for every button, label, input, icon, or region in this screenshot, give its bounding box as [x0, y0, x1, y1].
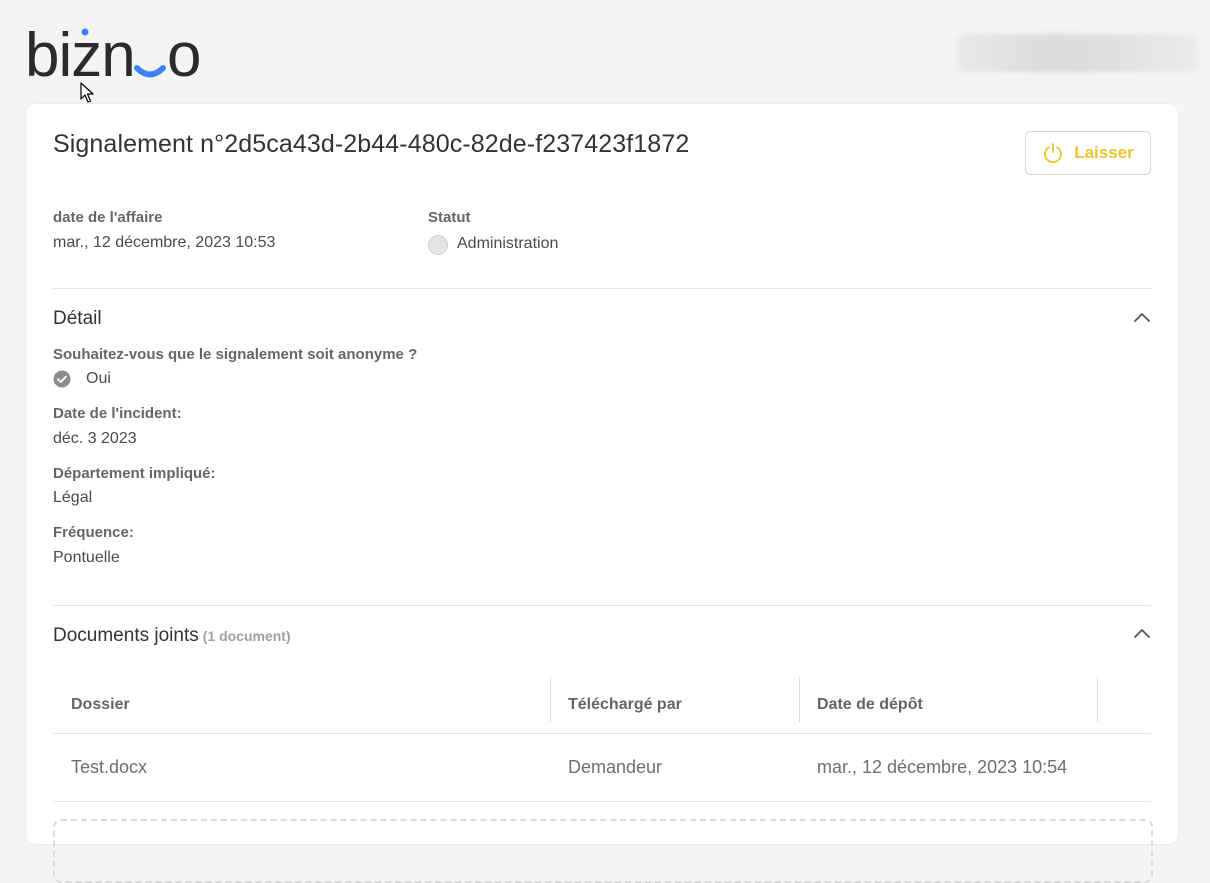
- frequency-label: Fréquence:: [53, 524, 134, 541]
- detail-section-title: Détail: [53, 308, 102, 329]
- page-title: Signalement n°2d5ca43d-2b44-480c-82de-f2…: [53, 130, 690, 158]
- documents-count-badge: (1 document): [202, 628, 291, 644]
- report-card: Signalement n°2d5ca43d-2b44-480c-82de-f2…: [26, 104, 1178, 883]
- status-indicator-icon: [428, 235, 448, 255]
- column-separator[interactable]: [1097, 677, 1098, 722]
- divider: [53, 288, 1151, 289]
- bizneo-logo[interactable]: bizn o: [25, 18, 215, 82]
- check-circle-icon: [53, 370, 71, 388]
- divider: [53, 605, 1151, 606]
- chevron-up-icon[interactable]: [1132, 626, 1152, 640]
- table-row[interactable]: Test.docx Demandeur mar., 12 décembre, 2…: [53, 734, 1151, 802]
- svg-text:o: o: [167, 21, 201, 82]
- mouse-cursor-icon: [80, 82, 94, 103]
- frequency-value: Pontuelle: [53, 549, 120, 566]
- documents-table-header: Dossier Téléchargé par Date de dépôt: [53, 677, 1151, 734]
- column-header-file[interactable]: Dossier: [71, 677, 130, 733]
- leave-button[interactable]: Laisser: [1025, 131, 1151, 175]
- column-header-upload-date[interactable]: Date de dépôt: [817, 677, 923, 733]
- column-separator[interactable]: [799, 677, 800, 722]
- case-date-label: date de l'affaire: [53, 209, 163, 226]
- top-bar: bizn o: [0, 0, 1210, 104]
- anonymous-answer-value: Oui: [86, 370, 111, 387]
- case-date-value: mar., 12 décembre, 2023 10:53: [53, 234, 276, 251]
- documents-title: Documents joints: [53, 625, 199, 646]
- user-menu[interactable]: [958, 34, 1198, 72]
- department-value: Légal: [53, 489, 93, 506]
- chevron-up-icon[interactable]: [1132, 310, 1152, 324]
- svg-text:bizn: bizn: [25, 21, 135, 82]
- leave-button-label: Laisser: [1074, 143, 1134, 162]
- file-drop-zone[interactable]: [53, 819, 1153, 883]
- status-value: Administration: [457, 235, 559, 252]
- status-label: Statut: [428, 209, 471, 226]
- incident-date-label: Date de l'incident:: [53, 405, 182, 422]
- file-name-cell[interactable]: Test.docx: [71, 734, 147, 801]
- anonymous-question-label: Souhaitez-vous que le signalement soit a…: [53, 346, 418, 363]
- documents-section-title: Documents joints (1 document): [53, 625, 291, 647]
- column-separator[interactable]: [550, 677, 551, 722]
- upload-date-cell: mar., 12 décembre, 2023 10:54: [817, 757, 1068, 777]
- department-label: Département impliqué:: [53, 465, 216, 482]
- power-icon: [1044, 143, 1063, 164]
- incident-date-value: déc. 3 2023: [53, 430, 137, 447]
- uploaded-by-cell: Demandeur: [568, 757, 663, 777]
- column-header-uploaded-by[interactable]: Téléchargé par: [568, 677, 682, 733]
